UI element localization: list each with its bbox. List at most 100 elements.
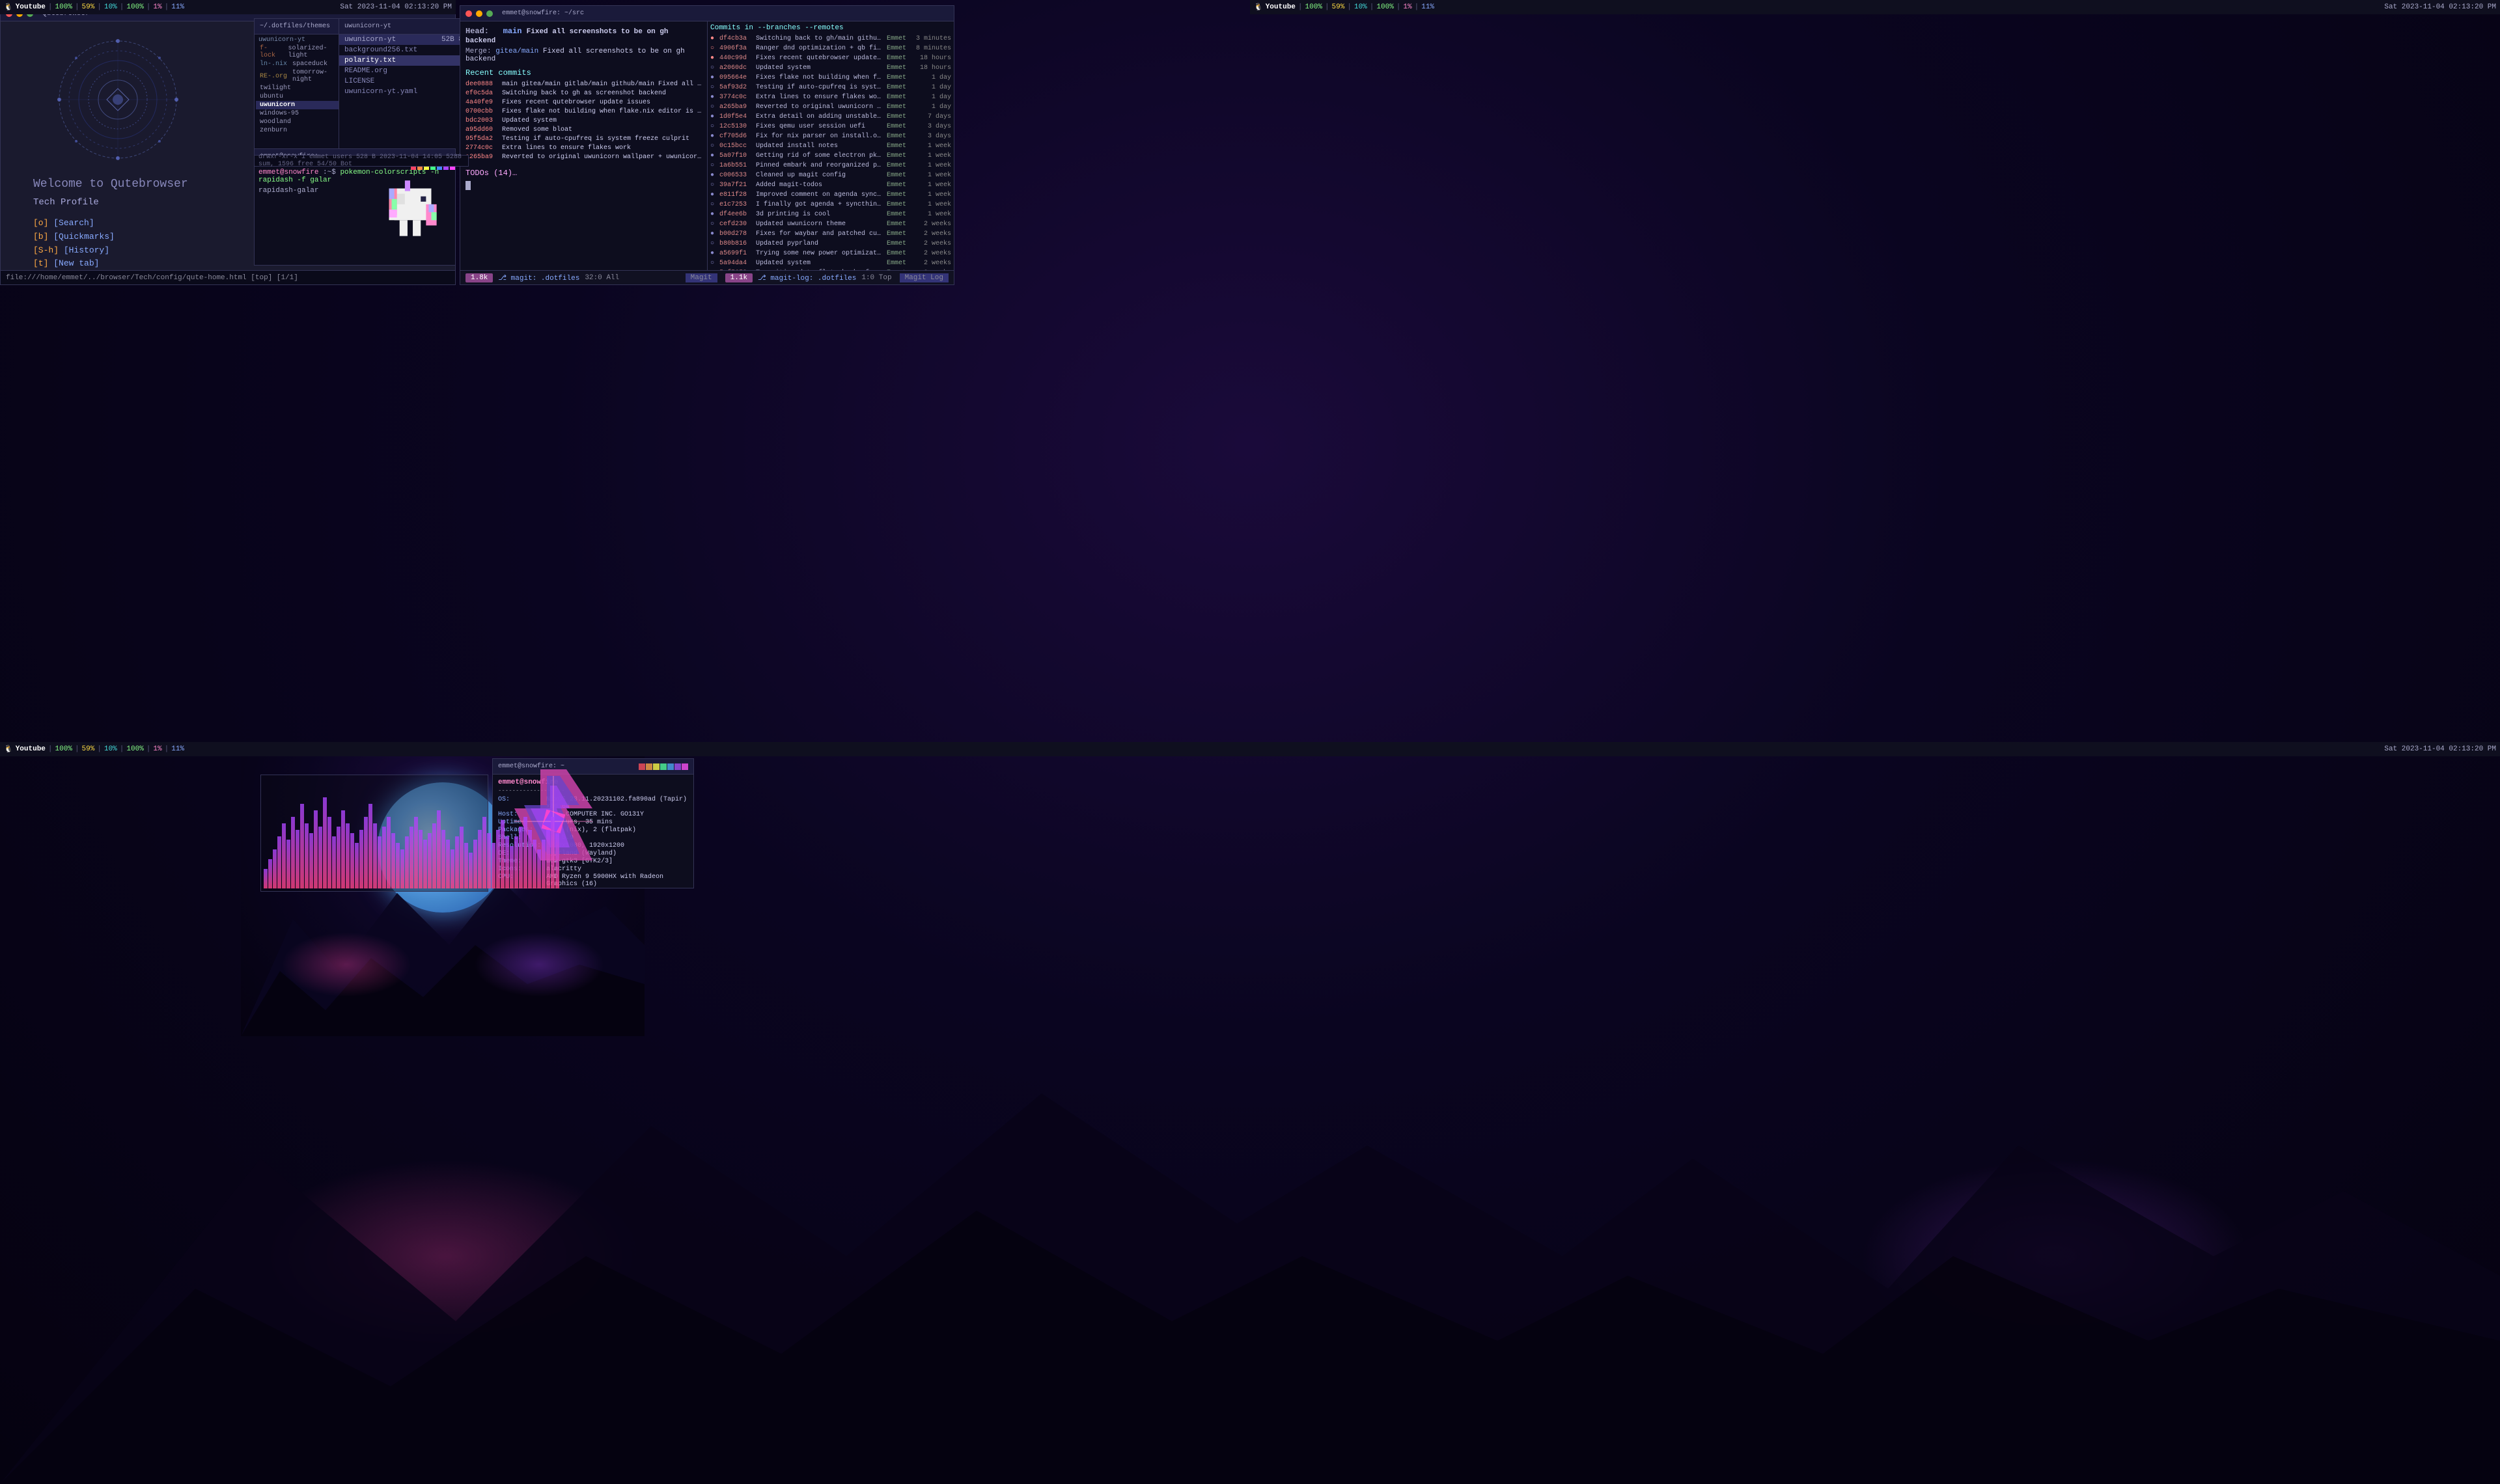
git-log-row-12[interactable]: ● 5a07f10 Getting rid of some electron p… <box>710 152 951 161</box>
vbar-30 <box>400 849 404 888</box>
git-min-dot[interactable] <box>476 10 482 17</box>
qute-key-1: [b] <box>33 232 48 241</box>
git-log-row-2[interactable]: ● 440c99d Fixes recent qutebrowser updat… <box>710 54 951 63</box>
vbar-53 <box>505 836 509 888</box>
git-log-row-10[interactable]: ● cf705d6 Fix for nix parser on install.… <box>710 132 951 141</box>
tbr-sep2: | <box>1325 3 1329 11</box>
log-time-12: 1 week <box>915 152 951 161</box>
qute-menu-item-1[interactable]: [b] [Quickmarks] <box>33 230 115 244</box>
log-msg-1: Ranger dnd optimization + qb filepicke <box>756 44 884 53</box>
vbar-21 <box>359 830 363 888</box>
vbar-37 <box>432 823 436 888</box>
git-log-row-6[interactable]: ● 3774c0c Extra lines to ensure flakes w… <box>710 93 951 102</box>
vbar-33 <box>414 817 418 888</box>
qute-menu-item-3[interactable]: [t] [New tab] <box>33 257 115 270</box>
tbb-youtube-label[interactable]: Youtube <box>16 745 46 753</box>
vbar-35 <box>423 840 427 888</box>
qute-label-2: [History] <box>64 245 109 255</box>
git-log-row-24[interactable]: ● 5af5653 Transitioned to flatpak obs fo… <box>710 269 951 270</box>
git-window: emmet@snowfire: ~/src Head: main Fixed a… <box>460 5 954 285</box>
git-log-row-0[interactable]: ● df4cb3a Switching back to gh/main gith… <box>710 34 951 44</box>
filemanager-statusbar-text: drwxr-xr-x 1 emmet users 528 B 2023-11-0… <box>258 154 464 168</box>
log-author-21: Emmet <box>887 240 913 249</box>
git-log-row-21[interactable]: ○ b80b816 Updated pyprland Emmet 2 weeks <box>710 240 951 249</box>
git-commit-row-2[interactable]: 4a40fe9 Fixes recent qutebrowser update … <box>465 98 702 107</box>
git-commit-row-7[interactable]: 2774c0c Extra lines to ensure flakes wor… <box>465 144 702 152</box>
qute-key-3: [t] <box>33 258 48 268</box>
nc-2 <box>646 763 652 770</box>
git-log-row-3[interactable]: ○ a2060dc Updated system Emmet 18 hours <box>710 64 951 73</box>
git-log-row-15[interactable]: ○ 39a7f21 Added magit-todos Emmet 1 week <box>710 181 951 190</box>
git-log-row-7[interactable]: ○ a265ba9 Reverted to original uwunicorn… <box>710 103 951 112</box>
theme-row-3[interactable]: LICENSE <box>339 76 468 87</box>
git-commit-row-1[interactable]: ef0c5da Switching back to gh as screensh… <box>465 89 702 98</box>
git-log-row-19[interactable]: ○ cefd230 Updated uwunicorn theme Emmet … <box>710 220 951 229</box>
qute-menu-item-2[interactable]: [S-h] [History] <box>33 244 115 258</box>
vbar-8 <box>300 804 304 888</box>
log-hash-13: 1a6b551 <box>719 161 753 171</box>
qute-statusbar-text: file:///home/emmet/../browser/Tech/confi… <box>6 274 298 282</box>
vbar-52 <box>501 820 505 888</box>
log-time-21: 2 weeks <box>915 240 951 249</box>
log-msg-15: Added magit-todos <box>756 181 884 190</box>
git-log-row-14[interactable]: ● c006533 Cleaned up magit config Emmet … <box>710 171 951 180</box>
log-msg-19: Updated uwunicorn theme <box>756 220 884 229</box>
git-log-row-22[interactable]: ● a5699f1 Trying some new power optimiza… <box>710 249 951 258</box>
tbb-sep2: | <box>75 745 79 753</box>
git-close-dot[interactable] <box>465 10 472 17</box>
git-statusbar: 1.8k ⎇ magit: .dotfiles 32:0 All Magit 1… <box>460 270 954 284</box>
git-commit-row-0[interactable]: dee0888 main gitea/main gitlab/main gith… <box>465 80 702 89</box>
git-log-row-11[interactable]: ○ 0c15bcc Updated install notes Emmet 1 … <box>710 142 951 151</box>
theme-row-2[interactable]: README.org <box>339 66 468 76</box>
qute-menu-item-0[interactable]: [o] [Search] <box>33 217 115 230</box>
fm-name-1: spaceduck <box>292 61 327 68</box>
log-bullet-19: ○ <box>710 220 717 229</box>
log-author-22: Emmet <box>887 249 913 258</box>
theme-row-0[interactable]: background256.txt <box>339 45 468 55</box>
vbar-59 <box>533 840 536 888</box>
pokemon-content: emmet@snowfire :~$ pokemon-colorscripts … <box>255 165 455 265</box>
theme-row-4[interactable]: uwunicorn-yt.yaml <box>339 87 468 97</box>
git-log-row-13[interactable]: ○ 1a6b551 Pinned embark and reorganized … <box>710 161 951 171</box>
git-commit-row-8[interactable]: a265ba9 Reverted to original uwunicorn w… <box>465 153 702 161</box>
git-max-dot[interactable] <box>486 10 493 17</box>
log-hash-14: c006533 <box>719 171 753 180</box>
tbr-sep6: | <box>1415 3 1419 11</box>
vbar-49 <box>487 833 491 888</box>
git-commit-row-6[interactable]: 95f5da2 Testing if auto-cpufreq is syste… <box>465 135 702 143</box>
git-log-row-18[interactable]: ● df4ee6b 3d printing is cool Emmet 1 we… <box>710 210 951 219</box>
git-log-row-20[interactable]: ● b00d278 Fixes for waybar and patched c… <box>710 230 951 239</box>
git-log-row-1[interactable]: ○ 4906f3a Ranger dnd optimization + qb f… <box>710 44 951 53</box>
qute-tech-profile-text: Tech Profile <box>33 197 99 208</box>
commit-msg-5: Removed some bloat <box>502 126 702 134</box>
vbar-1 <box>268 859 272 888</box>
fm-row-5[interactable]: uwunicorn <box>256 101 350 109</box>
git-commit-row-5[interactable]: a95dd60 Removed some bloat <box>465 126 702 134</box>
log-time-20: 2 weeks <box>915 230 951 239</box>
vbar-24 <box>373 823 377 888</box>
log-author-8: Emmet <box>887 113 913 122</box>
tbb-sep5: | <box>146 745 151 753</box>
tb-youtube-label-left[interactable]: Youtube <box>16 3 46 11</box>
theme-row-1[interactable]: polarity.txt <box>339 55 468 66</box>
git-log-row-23[interactable]: ○ 5a94da4 Updated system Emmet 2 weeks <box>710 259 951 268</box>
git-log-row-8[interactable]: ● 1d0f5e4 Extra detail on adding unstabl… <box>710 113 951 122</box>
git-commit-row-4[interactable]: bdc2003 Updated system <box>465 117 702 125</box>
git-log-list: ● df4cb3a Switching back to gh/main gith… <box>710 34 951 270</box>
vbar-62 <box>546 830 550 888</box>
log-bullet-11: ○ <box>710 142 717 151</box>
vbar-32 <box>410 827 413 888</box>
git-commit-row-3[interactable]: 0700cbb Fixes flake not building when fl… <box>465 107 702 116</box>
log-msg-10: Fix for nix parser on install.org? <box>756 132 884 141</box>
log-author-11: Emmet <box>887 142 913 151</box>
theme-file-3: LICENSE <box>344 77 374 85</box>
git-log-row-4[interactable]: ● 095664e Fixes flake not building when … <box>710 74 951 83</box>
log-bullet-8: ● <box>710 113 717 122</box>
taskbar-top-right: 🐧 Youtube | 100% | 59% | 10% | 100% | 1%… <box>1250 0 2500 14</box>
git-log-row-5[interactable]: ○ 5af93d2 Testing if auto-cpufreq is sys… <box>710 83 951 92</box>
git-log-row-16[interactable]: ● e811f28 Improved comment on agenda syn… <box>710 191 951 200</box>
tb-youtube-label-right[interactable]: Youtube <box>1266 3 1296 11</box>
vbar-23 <box>368 804 372 888</box>
git-log-row-17[interactable]: ○ e1c7253 I finally got agenda + syncthi… <box>710 200 951 210</box>
git-log-row-9[interactable]: ○ 12c5130 Fixes qemu user session uefi E… <box>710 122 951 131</box>
